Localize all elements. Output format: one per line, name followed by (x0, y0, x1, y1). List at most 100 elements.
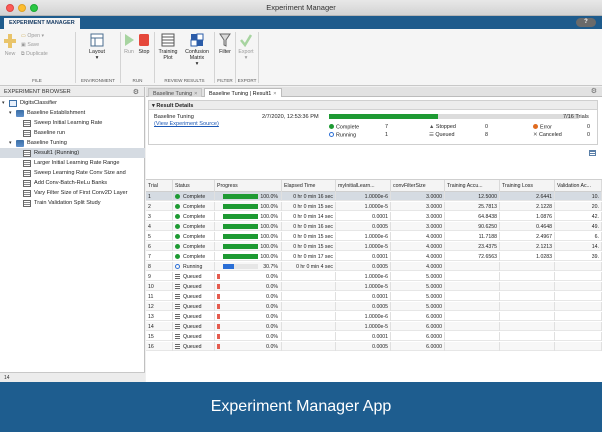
progress-bar (223, 194, 258, 199)
cell-tloss: 2.1213 (500, 242, 555, 251)
tree-item[interactable]: Larger Initial Learning Rate Range (0, 158, 145, 168)
stopped-count: 0 (485, 124, 488, 130)
column-header[interactable]: Trial (146, 180, 173, 192)
view-experiment-source-link[interactable]: (View Experiment Source) (154, 121, 219, 127)
column-header[interactable]: convFilterSize (391, 180, 445, 192)
cell-cfs: 4.0000 (391, 232, 445, 241)
gear-icon[interactable]: ⚙ (591, 87, 597, 95)
table-row[interactable]: 10 Queued 0.0% 1.0000e-5 5.0000 (146, 282, 602, 291)
column-header[interactable]: Progress (215, 180, 282, 192)
tree-item-label: Baseline Establishment (27, 110, 86, 116)
tree-item[interactable]: ▾ DigitsClassifier (0, 98, 145, 108)
close-icon[interactable]: × (273, 91, 276, 97)
result-details-header[interactable]: ▾ Result Details (149, 101, 597, 110)
tree-item[interactable]: Result1 (Running) (0, 148, 145, 158)
training-plot-button[interactable]: Training Plot (156, 33, 180, 61)
status-label: Queued (183, 343, 202, 350)
table-row[interactable]: 6 Complete 100.0% 0 hr 0 min 15 sec 1.0000e-… (146, 242, 602, 251)
progress-cell: 0.0% (215, 312, 282, 321)
new-label: New (4, 51, 16, 57)
column-header[interactable]: Training Loss (500, 180, 555, 192)
toolstrip: New ▭ Open ▾ ▣ Save ⧉ Duplicate FILE Lay… (0, 29, 602, 86)
expand-chevron-icon[interactable]: ▾ (9, 140, 12, 146)
table-row[interactable]: 1 Complete 100.0% 0 hr 0 min 16 sec 1.0000e-… (146, 192, 602, 201)
cell-lr: 1.0000e-5 (336, 282, 391, 291)
help-button[interactable]: ? (576, 18, 596, 27)
duplicate-button[interactable]: ⧉ Duplicate (21, 51, 48, 58)
column-header[interactable]: Status (173, 180, 215, 192)
cell-vacc: 49. (555, 222, 602, 231)
cell-cfs: 3.0000 (391, 192, 445, 201)
table-row[interactable]: 15 Queued 0.0% 0.0001 6.0000 (146, 332, 602, 341)
complete-check-icon (175, 243, 180, 249)
status-label: Queued (183, 323, 202, 330)
cell-lr: 1.0000e-5 (336, 322, 391, 331)
run-button[interactable]: Run (122, 33, 136, 55)
close-icon[interactable]: × (194, 91, 197, 97)
table-row[interactable]: 8 Running 30.7% 0 hr 0 min 4 sec 0.0005 4.000… (146, 262, 602, 271)
gear-icon[interactable]: ⚙ (133, 88, 139, 96)
table-row[interactable]: 12 Queued 0.0% 0.0005 5.0000 (146, 302, 602, 311)
cell-vacc (555, 322, 602, 331)
queued-marker (217, 294, 220, 299)
status-cell: Complete (173, 252, 215, 261)
progress-percent: 0.0% (266, 333, 278, 340)
tree-item-label: Baseline Tuning (27, 140, 67, 146)
queued-list-icon (175, 323, 180, 329)
export-check-icon (240, 34, 253, 48)
status-cell: Queued (173, 342, 215, 351)
tab-experiment-manager[interactable]: EXPERIMENT MANAGER (4, 18, 80, 29)
confusion-matrix-button[interactable]: Confusion Matrix ▾ (182, 33, 212, 67)
cell-cfs: 5.0000 (391, 282, 445, 291)
table-row[interactable]: 14 Queued 0.0% 1.0000e-5 6.0000 (146, 322, 602, 331)
filter-button[interactable]: Filter (217, 33, 233, 55)
tree-item[interactable]: ▾ Baseline Establishment (0, 108, 145, 118)
cell-lr: 0.0005 (336, 302, 391, 311)
open-button[interactable]: ▭ Open ▾ (21, 33, 44, 39)
cell-time (282, 342, 336, 351)
stop-button[interactable]: Stop (137, 33, 151, 55)
column-header[interactable]: Elapsed Time (282, 180, 336, 192)
cell-cfs: 3.0000 (391, 212, 445, 221)
tree-item[interactable]: Add Conv-Batch-ReLu Banks (0, 178, 145, 188)
doc-tab-result1[interactable]: Baseline Tuning | Result1 × (204, 88, 282, 97)
result-table-icon (23, 119, 31, 127)
expand-chevron-icon[interactable]: ▾ (9, 110, 12, 116)
new-button[interactable]: New (3, 33, 17, 57)
progress-bar (223, 234, 258, 239)
table-row[interactable]: 5 Complete 100.0% 0 hr 0 min 15 sec 1.0000e-… (146, 232, 602, 241)
tree-item[interactable]: Train Validation Split Study (0, 198, 145, 208)
cell-tloss (500, 272, 555, 281)
table-row[interactable]: 13 Queued 0.0% 1.0000e-6 6.0000 (146, 312, 602, 321)
tree-item[interactable]: Baseline run (0, 128, 145, 138)
status-cell: Queued (173, 282, 215, 291)
tree-item[interactable]: Sweep Initial Learning Rate (0, 118, 145, 128)
complete-check-icon (175, 223, 180, 229)
cell-cfs: 3.0000 (391, 202, 445, 211)
export-button[interactable]: Export ▾ (237, 33, 255, 61)
table-row[interactable]: 9 Queued 0.0% 1.0000e-6 5.0000 (146, 272, 602, 281)
layout-button[interactable]: Layout ▾ (86, 33, 108, 61)
doc-tab-baseline-tuning[interactable]: Baseline Tuning × (148, 88, 203, 97)
column-header[interactable]: myInitialLearn... (336, 180, 391, 192)
tree-item[interactable]: ▾ Baseline Tuning (0, 138, 145, 148)
cell-vacc (555, 312, 602, 321)
tree-item[interactable]: Sweep Learning Rate Conv Size and (0, 168, 145, 178)
table-view-icon[interactable] (589, 150, 596, 156)
table-row[interactable]: 11 Queued 0.0% 0.0001 5.0000 (146, 292, 602, 301)
tree-item[interactable]: Vary Filter Size of First Conv2D Layer (0, 188, 145, 198)
column-header[interactable]: Training Accu... (445, 180, 500, 192)
table-row[interactable]: 3 Complete 100.0% 0 hr 0 min 14 sec 0.0001 3.… (146, 212, 602, 221)
table-row[interactable]: 2 Complete 100.0% 0 hr 0 min 15 sec 1.0000e-… (146, 202, 602, 211)
status-label: Complete (183, 253, 206, 260)
overall-progress-bar (329, 114, 579, 119)
table-row[interactable]: 7 Complete 100.0% 0 hr 0 min 17 sec 0.0001 4.… (146, 252, 602, 261)
table-row[interactable]: 16 Queued 0.0% 0.0005 6.0000 (146, 342, 602, 351)
cell-tloss (500, 292, 555, 301)
expand-chevron-icon[interactable]: ▾ (2, 100, 5, 106)
table-row[interactable]: 4 Complete 100.0% 0 hr 0 min 16 sec 0.0005 3.… (146, 222, 602, 231)
cell-tacc (445, 332, 500, 341)
column-header[interactable]: Validation Ac... (555, 180, 602, 192)
status-cell: Running (173, 262, 215, 271)
save-button[interactable]: ▣ Save (21, 42, 39, 48)
